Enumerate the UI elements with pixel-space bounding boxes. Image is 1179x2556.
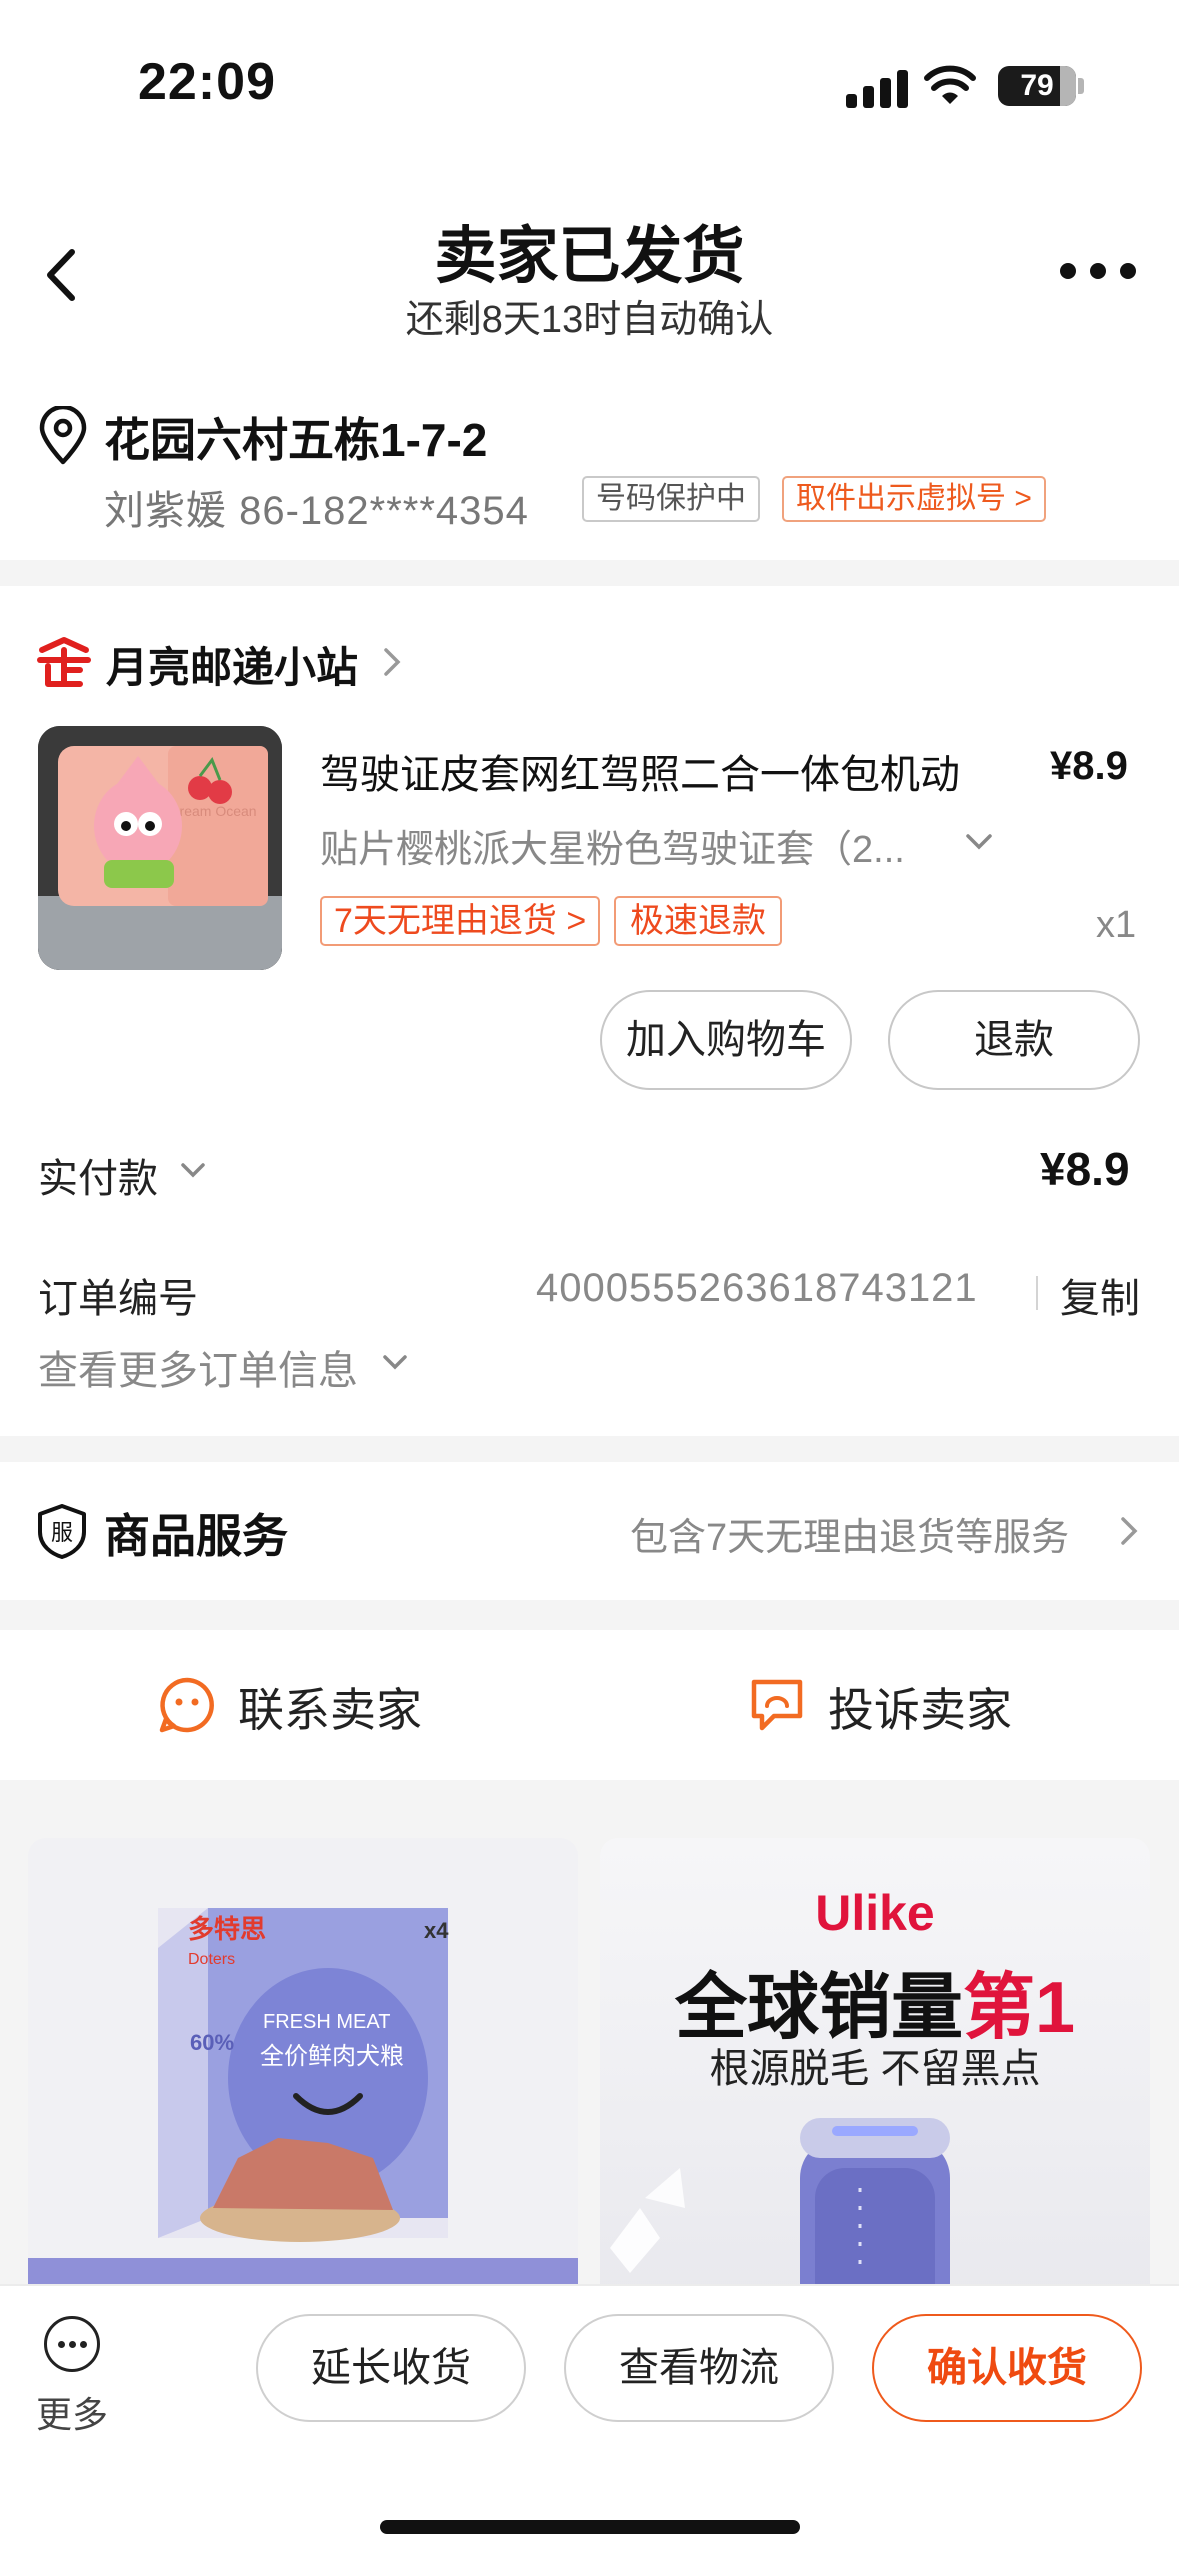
chat-smile-icon	[159, 1677, 214, 1733]
bottom-action-bar: 更多 延长收货 查看物流 确认收货	[0, 2284, 1179, 2556]
product-price: ¥8.9	[1050, 744, 1128, 788]
status-bar: 22:09 79	[0, 0, 1179, 170]
product-sku[interactable]: 贴片樱桃派大星粉色驾驶证套（2...	[320, 818, 960, 873]
ulike-logo: Ulike	[815, 1885, 935, 1941]
chevron-down-icon	[966, 834, 992, 850]
product-title[interactable]: 驾驶证皮套网红驾照二合一体包机动	[320, 742, 1040, 800]
complain-seller-label: 投诉卖家	[828, 1684, 1012, 1736]
shipping-address[interactable]: 花园六村五栋1-7-2 刘紫媛 86-182****4354 号码保护中 取件出…	[0, 380, 1179, 560]
chevron-right-icon	[384, 648, 401, 676]
add-to-cart-button[interactable]: 加入购物车	[600, 990, 852, 1090]
reco-count: x4	[424, 1918, 449, 1943]
svg-text:服: 服	[51, 1521, 73, 1546]
recommended-product-card[interactable]: 多特思 Doters x4 FRESH MEAT 全价鲜肉犬粮 60%	[28, 1838, 578, 2298]
divider	[1036, 1276, 1038, 1310]
ad-subline: 根源脱毛 不留黑点	[709, 2047, 1041, 2091]
order-card: 月亮邮递小站 Dream Ocean 驾驶证皮套网红驾照二合一体包机动 ¥8.9…	[0, 586, 1179, 1436]
page-title: 卖家已发货	[434, 222, 745, 291]
service-description: 包含7天无理由退货等服务	[630, 1517, 1070, 1559]
complaint-icon	[751, 1679, 803, 1731]
wifi-icon	[924, 65, 976, 104]
confirm-receipt-button[interactable]: 确认收货	[872, 2314, 1142, 2422]
more-order-info-link[interactable]: 查看更多订单信息	[38, 1338, 358, 1396]
reco-brand-en: Doters	[188, 1951, 235, 1968]
battery-icon: 79	[998, 66, 1076, 106]
order-number: 4000555263618743121	[536, 1266, 978, 1310]
product-quantity: x1	[1096, 904, 1137, 946]
service-shield-icon: 服	[38, 1504, 86, 1559]
chevron-down-icon	[181, 1163, 205, 1178]
product-service-row[interactable]: 服 商品服务 包含7天无理由退货等服务	[0, 1462, 1179, 1600]
recipient-contact: 刘紫媛 86-182****4354	[104, 489, 529, 533]
virtual-number-tag[interactable]: 取件出示虚拟号 >	[782, 476, 1046, 522]
view-logistics-button[interactable]: 查看物流	[564, 2314, 834, 2422]
battery-level: 79	[1020, 69, 1054, 102]
product-image[interactable]: Dream Ocean	[38, 726, 282, 970]
more-dots-icon	[44, 2316, 100, 2372]
recommendation-feed: 多特思 Doters x4 FRESH MEAT 全价鲜肉犬粮 60% Ulik…	[0, 1806, 1179, 2298]
reco-tag: FRESH MEAT	[263, 2011, 390, 2033]
product-image-text: Dream Ocean	[169, 803, 256, 819]
location-pin-icon	[39, 406, 87, 465]
paid-amount-label[interactable]: 实付款	[38, 1146, 158, 1204]
home-indicator[interactable]	[380, 2520, 800, 2534]
reco-badge: 60%	[190, 2030, 234, 2055]
recommended-ad-card[interactable]: Ulike 全球销量第1 根源脱毛 不留黑点	[600, 1838, 1150, 2298]
reco-product: 全价鲜肉犬粮	[260, 2042, 404, 2070]
refund-button[interactable]: 退款	[888, 990, 1140, 1090]
status-time: 22:09	[138, 53, 276, 111]
auto-confirm-countdown: 还剩8天13时自动确认	[405, 299, 774, 341]
cellular-signal-icon	[846, 70, 908, 108]
more-actions-button[interactable]: 更多	[32, 2316, 112, 2436]
shop-name[interactable]: 月亮邮递小站	[106, 634, 358, 695]
return-policy-tag[interactable]: 7天无理由退货 >	[320, 896, 601, 946]
reco-brand: 多特思	[188, 1914, 266, 1945]
chevron-right-icon	[1121, 1517, 1138, 1545]
extend-receipt-button[interactable]: 延长收货	[256, 2314, 526, 2422]
page-header: 卖家已发货 还剩8天13时自动确认	[0, 170, 1179, 380]
more-options-icon[interactable]	[1060, 256, 1144, 286]
copy-order-number-button[interactable]: 复制	[1060, 1266, 1140, 1324]
address-line: 花园六村五栋1-7-2	[104, 414, 488, 466]
fast-refund-tag: 极速退款	[614, 896, 782, 946]
chevron-down-icon	[383, 1355, 407, 1370]
service-title: 商品服务	[104, 1510, 288, 1562]
phone-protect-tag: 号码保护中	[582, 476, 760, 522]
product-device-image	[610, 2118, 950, 2298]
order-number-label: 订单编号	[38, 1277, 198, 1321]
paid-amount: ¥8.9	[1040, 1143, 1130, 1195]
contact-seller-label: 联系卖家	[238, 1684, 422, 1736]
seller-contact-row: 联系卖家 投诉卖家	[0, 1630, 1179, 1780]
enterprise-shop-icon	[37, 637, 91, 687]
battery-tip	[1078, 78, 1084, 94]
more-label: 更多	[35, 2394, 108, 2435]
